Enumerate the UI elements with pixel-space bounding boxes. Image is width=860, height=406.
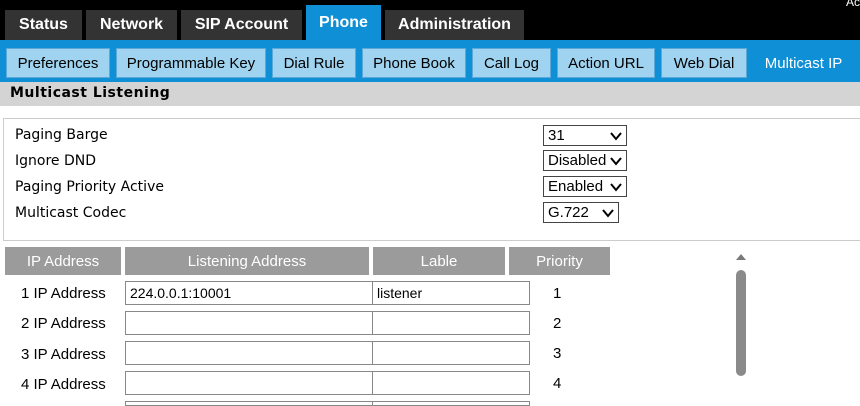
row-4-lable-input[interactable] xyxy=(372,371,530,395)
header-corner-text: Ac xyxy=(845,0,860,9)
row-3-label: 3 IP Address xyxy=(21,346,106,363)
column-header-lable: Lable xyxy=(373,247,505,275)
row-5-lable-input[interactable] xyxy=(372,401,530,406)
row-1-priority: 1 xyxy=(553,285,562,302)
subtab-call-log[interactable]: Call Log xyxy=(472,48,551,78)
row-5-address-input[interactable] xyxy=(125,401,373,406)
subtab-programmable-key[interactable]: Programmable Key xyxy=(116,48,266,78)
section-title: Multicast Listening xyxy=(10,85,171,101)
chevron-down-icon xyxy=(610,132,622,141)
subtab-web-dial[interactable]: Web Dial xyxy=(661,48,747,78)
scroll-up-arrow-icon[interactable] xyxy=(734,251,748,261)
row-4-address-input[interactable] xyxy=(125,371,373,395)
row-4-label: 4 IP Address xyxy=(21,376,106,393)
row-3-lable-input[interactable] xyxy=(372,341,530,365)
row-1-label: 1 IP Address xyxy=(21,285,106,302)
row-4-priority: 4 xyxy=(553,375,562,392)
multicast-codec-value: G.722 xyxy=(548,204,589,221)
chevron-down-icon xyxy=(602,209,614,218)
subtab-preferences[interactable]: Preferences xyxy=(6,48,110,78)
paging-priority-active-label: Paging Priority Active xyxy=(15,179,164,195)
subtab-phone-book[interactable]: Phone Book xyxy=(362,48,466,78)
tab-administration[interactable]: Administration xyxy=(385,10,524,40)
scrollbar-thumb[interactable] xyxy=(736,270,746,376)
row-3-priority: 3 xyxy=(553,345,562,362)
row-1-lable-input[interactable]: listener xyxy=(372,281,530,305)
multicast-codec-select[interactable]: G.722 xyxy=(543,202,619,223)
subtab-dial-rule[interactable]: Dial Rule xyxy=(272,48,356,78)
chevron-down-icon xyxy=(610,157,622,166)
ignore-dnd-label: Ignore DND xyxy=(15,153,96,169)
tab-phone[interactable]: Phone xyxy=(306,5,381,40)
row-2-address-input[interactable] xyxy=(125,311,373,335)
paging-priority-active-value: Enabled xyxy=(548,178,604,195)
paging-barge-value: 31 xyxy=(548,127,565,144)
subtab-multicast-ip[interactable]: Multicast IP xyxy=(753,48,854,78)
subtab-action-url[interactable]: Action URL xyxy=(557,48,655,78)
tab-network[interactable]: Network xyxy=(86,10,177,40)
multicast-codec-label: Multicast Codec xyxy=(15,205,127,221)
row-2-label: 2 IP Address xyxy=(21,315,106,332)
row-2-priority: 2 xyxy=(553,315,562,332)
ignore-dnd-value: Disabled xyxy=(548,152,607,169)
ignore-dnd-select[interactable]: Disabled xyxy=(543,150,627,171)
column-header-listening-address: Listening Address xyxy=(125,247,369,275)
row-3-address-input[interactable] xyxy=(125,341,373,365)
paging-barge-select[interactable]: 31 xyxy=(543,125,627,146)
paging-priority-active-select[interactable]: Enabled xyxy=(543,176,627,197)
column-header-priority: Priority xyxy=(509,247,610,275)
row-1-address-input[interactable]: 224.0.0.1:10001 xyxy=(125,281,373,305)
tab-sip-account[interactable]: SIP Account xyxy=(181,10,302,40)
tab-status[interactable]: Status xyxy=(5,10,82,40)
paging-barge-label: Paging Barge xyxy=(15,127,108,143)
chevron-down-icon xyxy=(610,183,622,192)
row-2-lable-input[interactable] xyxy=(372,311,530,335)
column-header-ip-address: IP Address xyxy=(5,247,121,275)
